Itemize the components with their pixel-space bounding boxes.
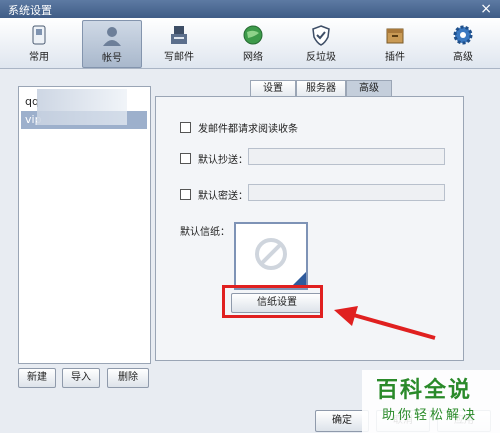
toolbar-label: 常用 [29,52,49,63]
toolbar-advanced[interactable]: 高级 [434,20,492,66]
toolbar-label: 帐号 [102,53,122,64]
no-image-icon [255,238,306,286]
account-list: qq vip [18,86,151,364]
cc-checkbox[interactable] [180,153,191,164]
toolbar-compose[interactable]: 写邮件 [150,20,208,66]
redacted-overlay [37,89,127,125]
toolbar-account[interactable]: 帐号 [82,20,142,68]
bcc-field[interactable] [248,184,445,201]
settings-window: 系统设置 × 常用 帐号 写邮件 网络 反垃圾 插件 高级 qq vip 新建 … [0,0,500,433]
toolbar-label: 高级 [453,52,473,63]
toolbar-label: 反垃圾 [306,52,336,63]
watermark-title: 百科全说 [376,378,473,403]
bcc-checkbox[interactable] [180,189,191,200]
globe-icon [243,25,263,45]
receipt-label: 发邮件都请求阅读收条 [198,124,298,135]
watermark-subtitle: 助你轻松解决 [382,408,479,423]
highlight-box [222,285,323,318]
settings-toolbar: 常用 帐号 写邮件 网络 反垃圾 插件 高级 [0,18,500,69]
close-button[interactable]: × [480,0,492,18]
arrow-annotation [334,306,436,340]
toolbar-label: 插件 [385,52,405,63]
import-button[interactable]: 导入 [62,368,100,388]
receipt-checkbox[interactable] [180,122,191,133]
toolbar-plugins[interactable]: 插件 [366,20,424,66]
box-icon [386,28,404,44]
phone-icon [32,25,46,45]
toolbar-label: 网络 [243,52,263,63]
watermark: 百科全说 助你轻松解决 [362,370,500,433]
stationery-preview [234,222,308,290]
new-account-button[interactable]: 新建 [18,368,56,388]
compose-icon [171,26,187,44]
toolbar-network[interactable]: 网络 [224,20,282,66]
toolbar-label: 写邮件 [164,52,194,63]
title-bar: 系统设置 × [0,0,500,18]
cc-label: 默认抄送： [198,155,248,166]
toolbar-general[interactable]: 常用 [10,20,68,66]
user-icon [103,27,121,46]
bcc-label: 默认密送： [198,191,248,202]
window-title: 系统设置 [8,4,52,17]
stationery-label: 默认信纸： [180,227,230,238]
cc-field[interactable] [248,148,445,165]
toolbar-antispam[interactable]: 反垃圾 [292,20,350,66]
ok-button[interactable]: 确定 [315,410,369,432]
gear-icon [453,25,473,45]
delete-button[interactable]: 删除 [107,368,149,388]
shield-icon [312,25,330,46]
